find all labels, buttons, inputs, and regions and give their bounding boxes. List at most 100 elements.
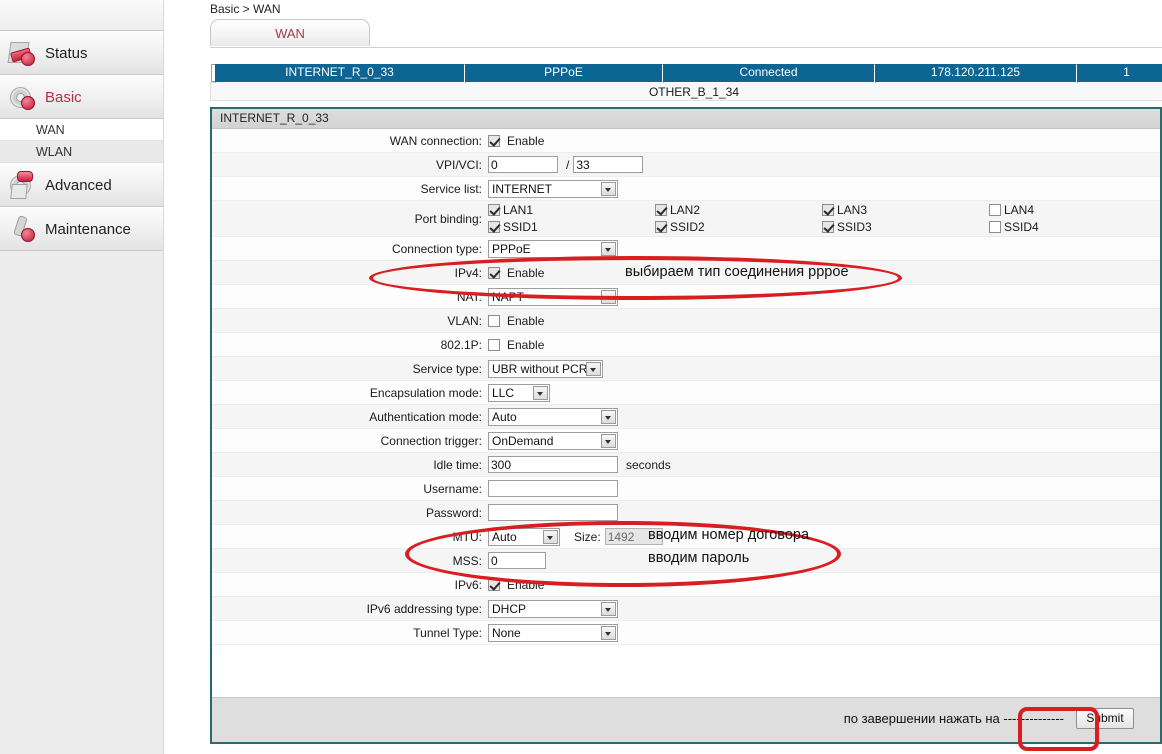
ssid4-checkbox[interactable] xyxy=(989,221,1001,233)
label-connection-type: Connection type: xyxy=(212,242,488,256)
row-connection-type: Connection type: PPPoE xyxy=(212,237,1160,261)
dot1p-checkbox[interactable] xyxy=(488,339,500,351)
ipv4-checkbox[interactable] xyxy=(488,267,500,279)
vpi-input[interactable] xyxy=(488,156,558,173)
ssid1-label: SSID1 xyxy=(503,220,538,234)
ssid2-label: SSID2 xyxy=(670,220,705,234)
cell-name: INTERNET_R_0_33 xyxy=(215,64,465,83)
label-ipv6-addr-type: IPv6 addressing type: xyxy=(212,602,488,616)
submit-button[interactable]: Submit xyxy=(1076,708,1134,729)
nat-value: NAPT xyxy=(492,290,524,304)
sidebar-item-advanced[interactable]: Advanced xyxy=(0,163,163,207)
label-wan-connection: WAN connection: xyxy=(212,134,488,148)
ipv6-addr-type-value: DHCP xyxy=(492,602,526,616)
sidebar: Status Basic WAN WLAN Advanced Maintenan… xyxy=(0,0,164,754)
vci-input[interactable] xyxy=(573,156,643,173)
advanced-gear-icon xyxy=(8,170,38,200)
ipv6-addr-type-select[interactable]: DHCP xyxy=(488,600,618,618)
conn-trigger-select[interactable]: OnDemand xyxy=(488,432,618,450)
cell-status: Connected xyxy=(663,64,875,83)
lan1-label: LAN1 xyxy=(503,203,533,217)
sidebar-item-maintenance[interactable]: Maintenance xyxy=(0,207,163,251)
row-tunnel-type: Tunnel Type: None xyxy=(212,621,1160,645)
label-service-list: Service list: xyxy=(212,182,488,196)
label-idle-time: Idle time: xyxy=(212,458,488,472)
label-conn-trigger: Connection trigger: xyxy=(212,434,488,448)
ipv4-enable-label: Enable xyxy=(507,266,544,280)
service-type-value: UBR without PCR xyxy=(492,362,587,376)
sidebar-subitem-label: WLAN xyxy=(36,145,72,159)
row-username: Username: xyxy=(212,477,1160,501)
row-port-binding: Port binding: LAN1 LAN2 xyxy=(212,201,1160,237)
submit-note: по завершении нажать на -------------- xyxy=(844,711,1064,726)
idle-time-unit: seconds xyxy=(626,458,671,472)
wan-connection-checkbox[interactable] xyxy=(488,135,500,147)
port-binding-lan3[interactable]: LAN3 xyxy=(822,203,989,217)
lan1-checkbox[interactable] xyxy=(488,204,500,216)
table-row[interactable]: INTERNET_R_0_33 PPPoE Connected 178.120.… xyxy=(211,64,1162,82)
ipv6-checkbox[interactable] xyxy=(488,579,500,591)
label-service-type: Service type: xyxy=(212,362,488,376)
vlan-checkbox[interactable] xyxy=(488,315,500,327)
sidebar-item-basic[interactable]: Basic xyxy=(0,75,163,119)
tab-strip: WAN xyxy=(210,19,1162,48)
sidebar-subitem-wlan[interactable]: WLAN xyxy=(0,141,163,163)
row-conn-trigger: Connection trigger: OnDemand xyxy=(212,429,1160,453)
idle-time-input[interactable] xyxy=(488,456,618,473)
service-list-select[interactable]: INTERNET xyxy=(488,180,618,198)
gear-icon xyxy=(8,82,38,112)
label-mss: MSS: xyxy=(212,554,488,568)
chevron-down-icon xyxy=(586,362,601,376)
chevron-down-icon xyxy=(601,182,616,196)
row-vpivci: VPI/VCI: / xyxy=(212,153,1160,177)
sidebar-item-status[interactable]: Status xyxy=(0,31,163,75)
row-ipv6-addr-type: IPv6 addressing type: DHCP xyxy=(212,597,1160,621)
lan2-checkbox[interactable] xyxy=(655,204,667,216)
service-type-select[interactable]: UBR without PCR xyxy=(488,360,603,378)
row-encapsulation: Encapsulation mode: LLC xyxy=(212,381,1160,405)
port-binding-ssid2[interactable]: SSID2 xyxy=(655,220,822,234)
port-binding-lan2[interactable]: LAN2 xyxy=(655,203,822,217)
encapsulation-select[interactable]: LLC xyxy=(488,384,550,402)
ssid2-checkbox[interactable] xyxy=(655,221,667,233)
connection-type-select[interactable]: PPPoE xyxy=(488,240,618,258)
password-input[interactable] xyxy=(488,504,618,521)
cell-count: 1 xyxy=(1077,64,1162,83)
lan4-checkbox[interactable] xyxy=(989,204,1001,216)
chevron-down-icon xyxy=(601,626,616,640)
chevron-down-icon xyxy=(601,290,616,304)
port-binding-ssid1[interactable]: SSID1 xyxy=(488,220,655,234)
auth-mode-select[interactable]: Auto xyxy=(488,408,618,426)
label-tunnel-type: Tunnel Type: xyxy=(212,626,488,640)
vlan-enable-label: Enable xyxy=(507,314,544,328)
lan3-checkbox[interactable] xyxy=(822,204,834,216)
mss-input[interactable] xyxy=(488,552,546,569)
port-binding-lan4[interactable]: LAN4 xyxy=(989,203,1156,217)
username-input[interactable] xyxy=(488,480,618,497)
port-binding-ssid3[interactable]: SSID3 xyxy=(822,220,989,234)
tab-wan[interactable]: WAN xyxy=(210,19,370,46)
wan-settings-panel: INTERNET_R_0_33 WAN connection: Enable V… xyxy=(210,107,1162,744)
table-row[interactable]: OTHER_B_1_34 Bridge Connected 1 xyxy=(211,83,1162,101)
sidebar-item-label: Maintenance xyxy=(45,221,131,238)
sidebar-item-label: Status xyxy=(45,45,88,62)
ssid3-checkbox[interactable] xyxy=(822,221,834,233)
nat-select[interactable]: NAPT xyxy=(488,288,618,306)
label-port-binding: Port binding: xyxy=(212,212,488,226)
label-vpivci: VPI/VCI: xyxy=(212,158,488,172)
label-dot1p: 802.1P: xyxy=(212,338,488,352)
tunnel-type-select[interactable]: None xyxy=(488,624,618,642)
sidebar-subitem-wan[interactable]: WAN xyxy=(0,119,163,141)
port-binding-lan1[interactable]: LAN1 xyxy=(488,203,655,217)
mtu-value: Auto xyxy=(492,530,517,544)
ssid1-checkbox[interactable] xyxy=(488,221,500,233)
service-list-value: INTERNET xyxy=(492,182,552,196)
port-binding-ssid4[interactable]: SSID4 xyxy=(989,220,1156,234)
sidebar-item-label: Basic xyxy=(45,89,82,106)
row-password: Password: xyxy=(212,501,1160,525)
mtu-select[interactable]: Auto xyxy=(488,528,560,546)
connection-summary-table: INTERNET_R_0_33 PPPoE Connected 178.120.… xyxy=(210,64,1162,101)
row-service-type: Service type: UBR without PCR xyxy=(212,357,1160,381)
cell-name: OTHER_B_1_34 xyxy=(211,83,1162,101)
conn-trigger-value: OnDemand xyxy=(492,434,553,448)
